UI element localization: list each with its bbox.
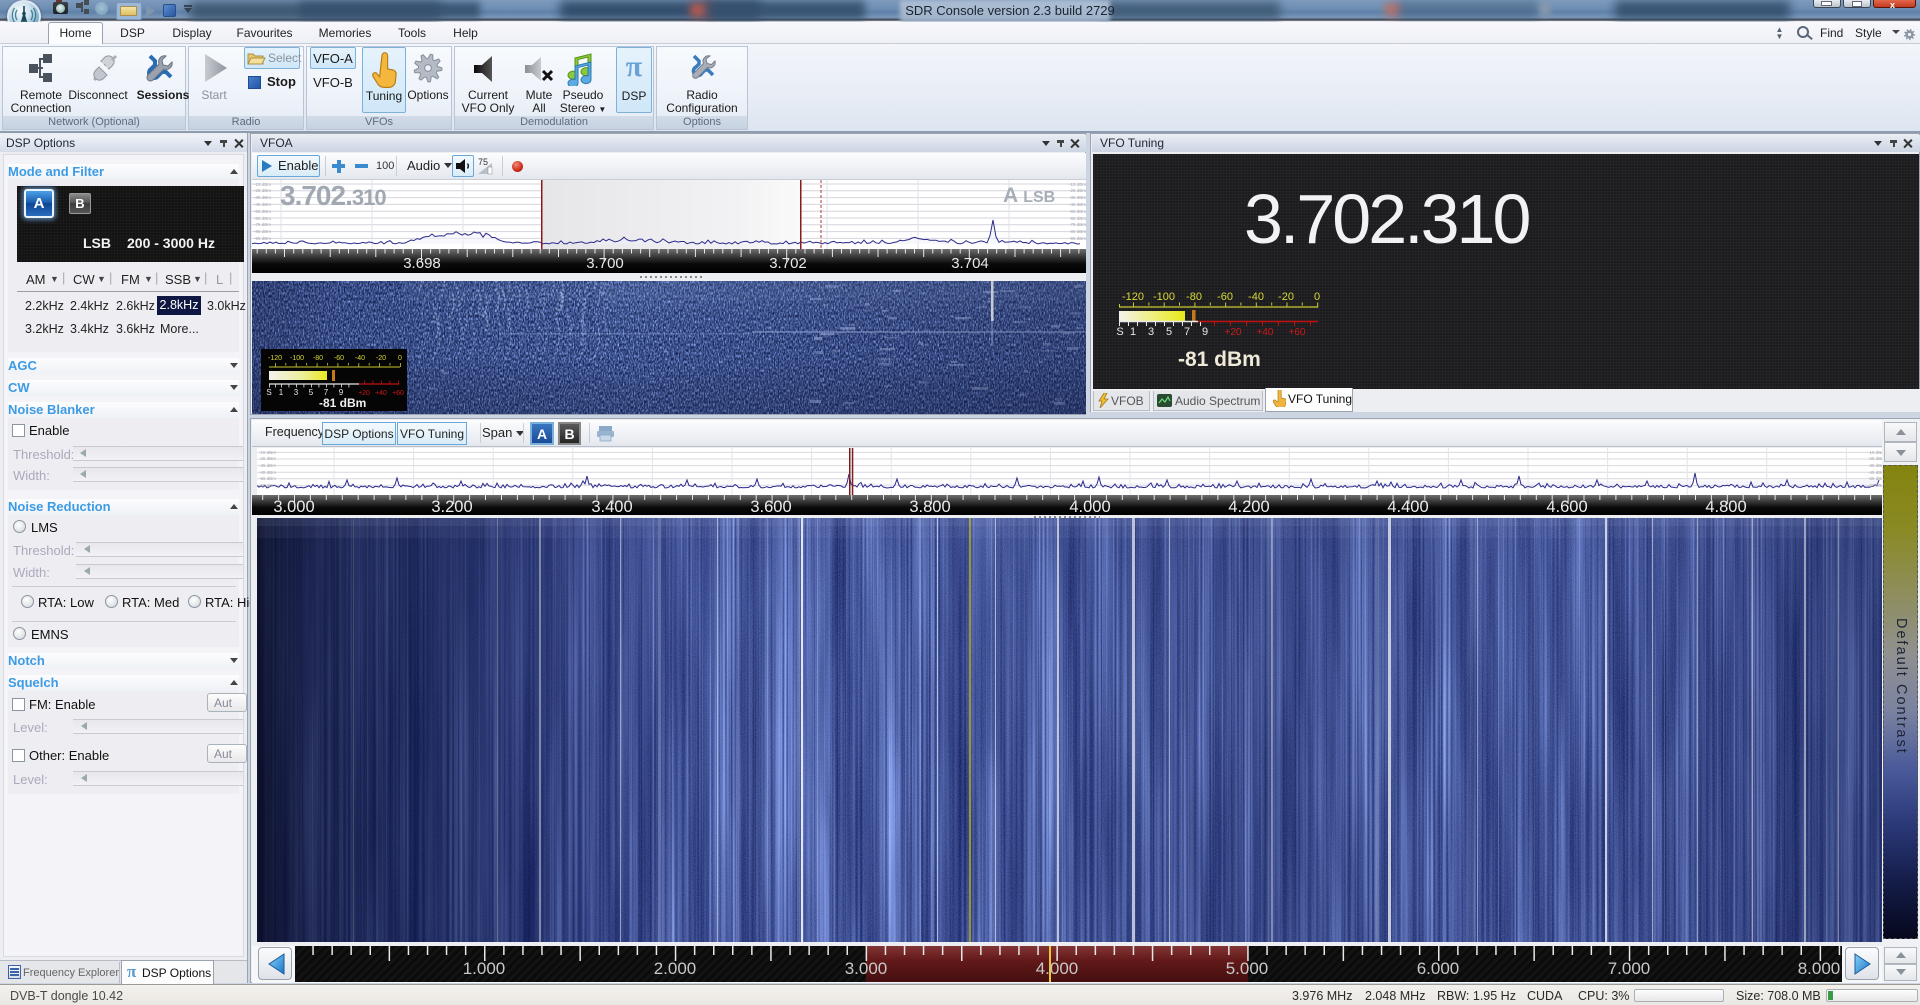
svg-text:-55 dBm: -55 dBm — [254, 209, 271, 214]
svg-text:3.800: 3.800 — [909, 498, 950, 515]
svg-text:0: 0 — [1314, 291, 1320, 303]
svg-text:9: 9 — [1202, 326, 1208, 338]
svg-text:-80: -80 — [313, 355, 323, 362]
svg-text:-25 dBm: -25 dBm — [1069, 188, 1086, 193]
svg-text:+60: +60 — [392, 390, 404, 397]
svg-text:3.000: 3.000 — [845, 959, 888, 978]
svg-text:-35 dBm: -35 dBm — [254, 195, 271, 200]
svg-text:-35 dBm: -35 dBm — [259, 463, 276, 468]
svg-text:-35 dBm: -35 dBm — [1069, 195, 1086, 200]
svg-text:-45 dBm: -45 dBm — [259, 470, 276, 475]
svg-text:2.000: 2.000 — [654, 959, 697, 978]
svg-text:6.000: 6.000 — [1417, 959, 1460, 978]
svg-text:0: 0 — [398, 355, 402, 362]
svg-text:-65 dBm: -65 dBm — [254, 216, 271, 221]
svg-text:-100: -100 — [1153, 291, 1175, 303]
svg-text:3.600: 3.600 — [750, 498, 791, 515]
svg-text:-15 dBm: -15 dBm — [259, 450, 276, 455]
svg-text:-95 dBm: -95 dBm — [1069, 236, 1086, 241]
svg-text:-81 dBm: -81 dBm — [319, 396, 366, 410]
svg-text:-55 dBm: -55 dBm — [259, 476, 276, 481]
svg-text:-15 dBm: -15 dBm — [1069, 182, 1086, 187]
svg-text:4.000: 4.000 — [1036, 959, 1079, 978]
svg-text:-25 dBm: -25 dBm — [259, 456, 276, 461]
svg-text:S: S — [266, 388, 271, 397]
svg-text:3.400: 3.400 — [591, 498, 632, 515]
svg-text:-100: -100 — [290, 355, 304, 362]
svg-text:+40: +40 — [375, 390, 387, 397]
svg-text:4.600: 4.600 — [1546, 498, 1587, 515]
svg-text:-60: -60 — [1217, 291, 1233, 303]
svg-text:-65 dBm: -65 dBm — [259, 483, 276, 488]
svg-text:-45 dBm: -45 dBm — [254, 202, 271, 207]
svg-text:3.702: 3.702 — [769, 255, 807, 272]
svg-text:-20: -20 — [376, 355, 386, 362]
svg-text:3.704: 3.704 — [951, 255, 989, 272]
svg-text:3.698: 3.698 — [403, 255, 441, 272]
svg-text:3.200: 3.200 — [431, 498, 472, 515]
svg-text:-80: -80 — [1186, 291, 1202, 303]
svg-text:-15 dBm: -15 dBm — [254, 182, 271, 187]
svg-text:5: 5 — [1166, 326, 1172, 338]
svg-text:-120: -120 — [1122, 291, 1144, 303]
svg-text:-40: -40 — [1248, 291, 1264, 303]
svg-text:4.400: 4.400 — [1387, 498, 1428, 515]
svg-text:-20: -20 — [1278, 291, 1294, 303]
svg-text:3: 3 — [1148, 326, 1154, 338]
svg-text:3: 3 — [294, 388, 299, 397]
svg-text:-85 dBm: -85 dBm — [1069, 229, 1086, 234]
svg-text:-75 dBm: -75 dBm — [1069, 222, 1086, 227]
svg-text:1: 1 — [1130, 326, 1136, 338]
svg-text:-85 dBm: -85 dBm — [254, 229, 271, 234]
svg-text:+40: +40 — [1257, 327, 1274, 338]
svg-text:-120: -120 — [268, 355, 282, 362]
svg-text:-65 dBm: -65 dBm — [1069, 216, 1086, 221]
svg-text:-40: -40 — [355, 355, 365, 362]
svg-text:-25 dBm: -25 dBm — [254, 188, 271, 193]
svg-text:-45 dBm: -45 dBm — [1069, 202, 1086, 207]
svg-text:S: S — [1116, 326, 1123, 338]
svg-text:1.000: 1.000 — [463, 959, 506, 978]
svg-text:-60: -60 — [334, 355, 344, 362]
svg-text:-75 dBm: -75 dBm — [254, 222, 271, 227]
svg-text:+20: +20 — [1225, 327, 1242, 338]
svg-text:-55 dBm: -55 dBm — [1069, 209, 1086, 214]
svg-text:3.700: 3.700 — [586, 255, 624, 272]
svg-text:+60: +60 — [1289, 327, 1306, 338]
svg-text:8.000: 8.000 — [1798, 959, 1841, 978]
svg-text:4.800: 4.800 — [1705, 498, 1746, 515]
svg-text:7: 7 — [1184, 326, 1190, 338]
svg-text:5: 5 — [309, 388, 314, 397]
svg-text:3.000: 3.000 — [273, 498, 314, 515]
svg-text:-95 dBm: -95 dBm — [254, 236, 271, 241]
svg-text:1: 1 — [279, 388, 284, 397]
svg-text:7.000: 7.000 — [1608, 959, 1651, 978]
svg-text:4.000: 4.000 — [1069, 498, 1110, 515]
svg-text:5.000: 5.000 — [1226, 959, 1269, 978]
svg-text:4.200: 4.200 — [1228, 498, 1269, 515]
